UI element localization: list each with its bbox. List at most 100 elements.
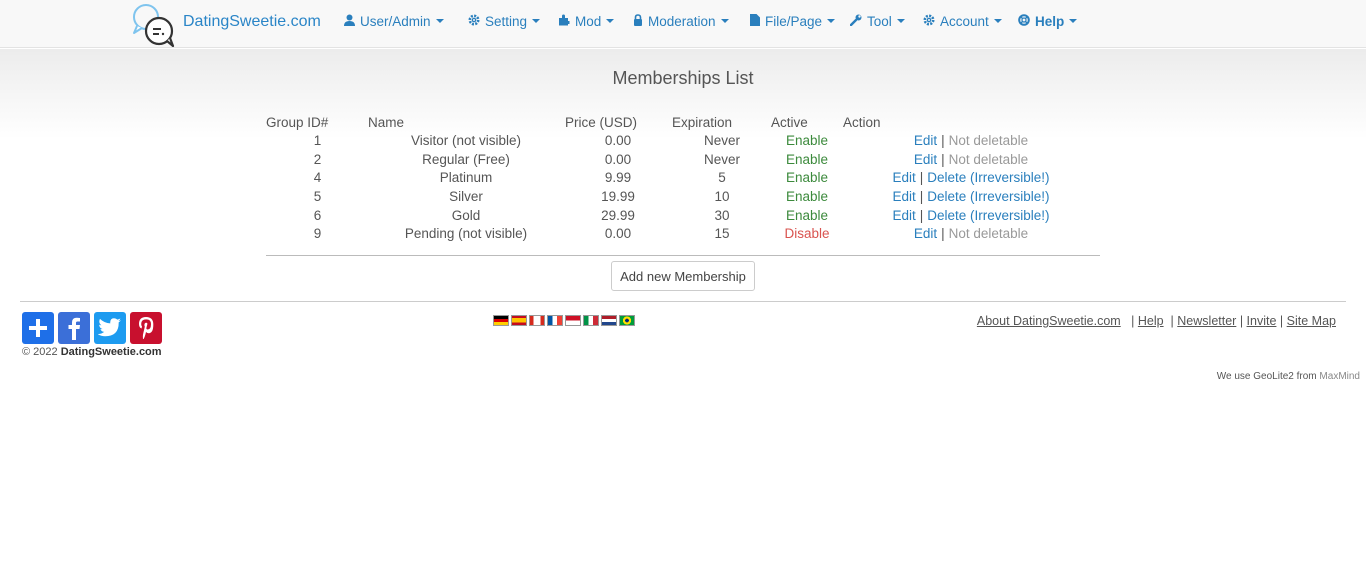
footer-links: About DatingSweetie.com | Help | Newslet… [977,314,1336,328]
nav-label: Moderation [648,13,716,29]
cell-name: Platinum [439,170,493,185]
status-badge[interactable]: Enable [777,152,837,167]
flag-indonesia-icon[interactable] [565,315,581,326]
delete-link[interactable]: Delete (Irreversible!) [927,170,1049,185]
chevron-down-icon [1069,19,1078,23]
footer-link-newsletter[interactable]: Newsletter [1177,314,1236,328]
not-deletable-text: Not deletable [948,133,1029,148]
footer-divider [20,301,1346,302]
nav-setting[interactable]: Setting [468,12,541,30]
language-flags [493,315,635,326]
status-badge[interactable]: Enable [777,189,837,204]
lock-icon [633,13,643,29]
chevron-down-icon [827,19,836,23]
footer-link-separator: | [1239,314,1244,328]
edit-link[interactable]: Edit [892,170,915,185]
footer-link-sitemap[interactable]: Site Map [1287,314,1336,328]
brand[interactable]: DatingSweetie.com [131,3,321,47]
cell-price: 0.00 [604,226,632,241]
cell-name: Silver [449,189,483,204]
nav-label: Help [1035,13,1065,29]
edit-link[interactable]: Edit [914,226,937,241]
add-new-membership-button[interactable]: Add new Membership [611,261,755,291]
edit-link[interactable]: Edit [892,208,915,223]
flag-italy-icon[interactable] [583,315,599,326]
delete-link[interactable]: Delete (Irreversible!) [927,189,1049,204]
maxmind-link[interactable]: MaxMind [1319,371,1360,382]
pinterest-icon[interactable] [130,312,162,344]
status-badge[interactable]: Enable [777,170,837,185]
nav-user-admin[interactable]: User/Admin [344,12,444,30]
cell-action: Edit | Delete (Irreversible!) [871,170,1071,185]
geolite-text: We use GeoLite2 from [1216,371,1317,382]
copyright-year: © 2022 [22,346,58,358]
nav-help[interactable]: Help [1018,12,1078,30]
action-separator: | [941,152,945,167]
col-header-active: Active [771,115,808,130]
footer-link-help[interactable]: Help [1138,314,1164,328]
cell-id: 9 [313,226,322,241]
status-badge[interactable]: Disable [777,226,837,241]
flag-canada-icon[interactable] [529,315,545,326]
cell-name: Gold [451,208,481,223]
cell-id: 2 [313,152,322,167]
geolite-notice: We use GeoLite2 from MaxMind [1217,371,1360,382]
cell-action: Edit | Not deletable [871,226,1071,241]
cell-id: 1 [313,133,322,148]
flag-spain-icon[interactable] [511,315,527,326]
edit-link[interactable]: Edit [914,152,937,167]
file-icon [750,13,760,29]
chevron-down-icon [720,19,729,23]
col-header-group-id: Group ID# [266,115,329,130]
status-badge[interactable]: Enable [777,208,837,223]
brand-name[interactable]: DatingSweetie.com [183,13,321,31]
cell-price: 29.99 [601,208,635,223]
cell-expiration: 10 [714,189,730,204]
edit-link[interactable]: Edit [892,189,915,204]
col-header-expiration: Expiration [672,115,733,130]
cell-action: Edit | Delete (Irreversible!) [871,208,1071,223]
table-divider [266,255,1100,256]
cell-expiration: 15 [714,226,730,241]
status-badge[interactable]: Enable [777,133,837,148]
flag-germany-icon[interactable] [493,315,509,326]
chevron-down-icon [896,19,905,23]
nav-mod[interactable]: Mod [558,12,615,30]
footer-link-about[interactable]: About DatingSweetie.com [977,314,1121,328]
cell-name: Pending (not visible) [404,226,528,241]
nav-tool[interactable]: Tool [849,12,905,30]
chevron-down-icon [435,19,444,23]
delete-link[interactable]: Delete (Irreversible!) [927,208,1049,223]
footer-link-separator: | [1170,314,1174,328]
cell-id: 6 [313,208,322,223]
action-separator: | [941,133,945,148]
flag-brazil-icon[interactable] [619,315,635,326]
nav-account[interactable]: Account [923,12,1002,30]
footer-link-separator: | [1279,314,1284,328]
top-navbar: DatingSweetie.com User/Admin Setting Mod… [0,0,1366,48]
not-deletable-text: Not deletable [948,152,1029,167]
edit-link[interactable]: Edit [914,133,937,148]
cell-expiration: Never [703,133,740,148]
action-separator: | [941,226,945,241]
footer-link-invite[interactable]: Invite [1247,314,1277,328]
page-title: Memberships List [612,68,754,88]
nav-label: Account [940,13,989,29]
not-deletable-text: Not deletable [948,226,1029,241]
cell-id: 5 [313,189,322,204]
cell-expiration: 30 [714,208,730,223]
cell-name: Regular (Free) [422,152,510,167]
facebook-icon[interactable] [58,312,90,344]
addthis-plus-icon[interactable] [22,312,54,344]
nav-moderation[interactable]: Moderation [633,12,729,30]
cell-action: Edit | Delete (Irreversible!) [871,189,1071,204]
flag-netherlands-icon[interactable] [601,315,617,326]
nav-file-page[interactable]: File/Page [750,12,836,30]
flag-france-icon[interactable] [547,315,563,326]
action-separator: | [919,208,924,223]
cell-expiration: 5 [718,170,726,185]
nav-label: Setting [485,13,528,29]
twitter-icon[interactable] [94,312,126,344]
cell-price: 0.00 [604,133,632,148]
gear-icon [923,14,935,29]
